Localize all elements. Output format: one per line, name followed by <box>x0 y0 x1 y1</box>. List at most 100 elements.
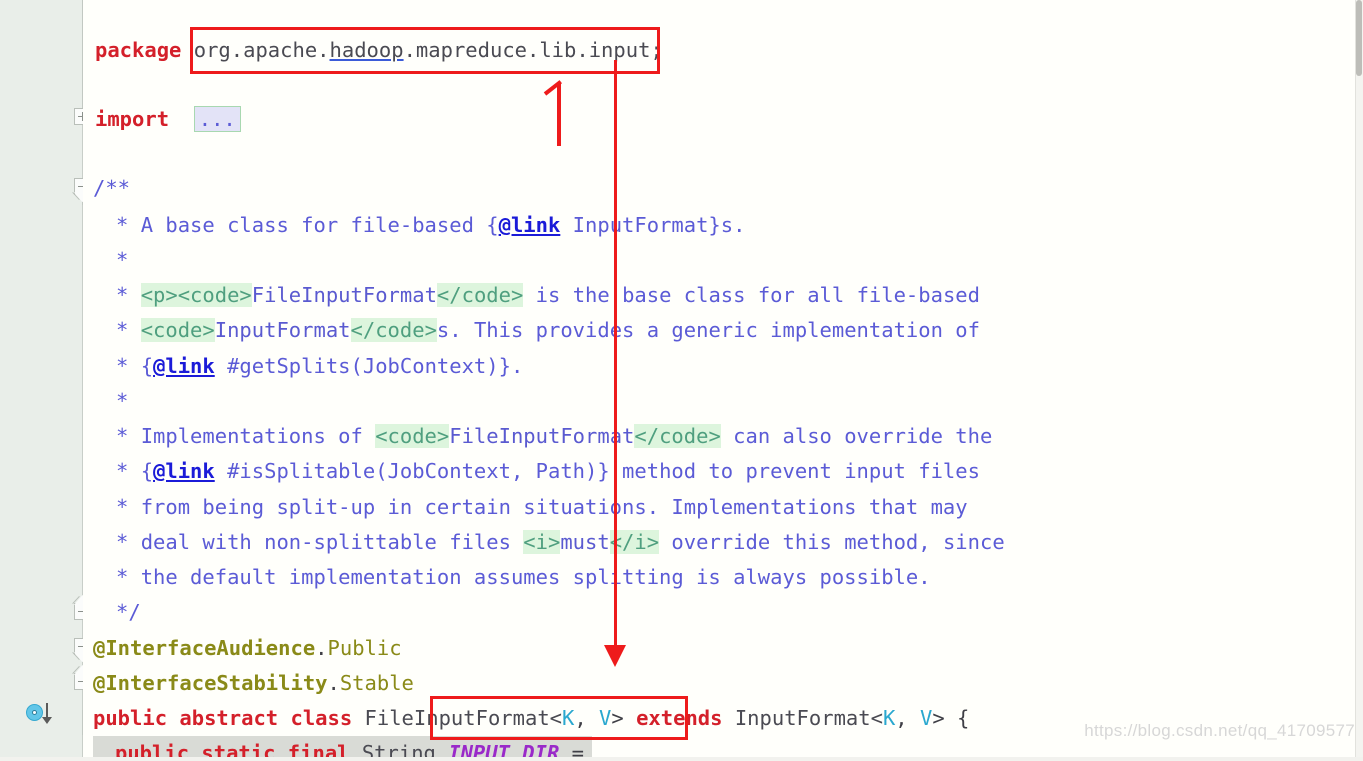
javadoc-code-text: FileInputFormat <box>251 283 437 307</box>
javadoc-star: * <box>116 213 129 237</box>
javadoc-code-text: must <box>560 530 610 554</box>
javadoc-star: * <box>116 389 129 413</box>
javadoc-text: #getSplits(JobContext)}. <box>214 354 524 378</box>
code-line-javadoc-1: * A base class for file-based {@link Inp… <box>116 208 745 243</box>
javadoc-text: { <box>140 459 154 483</box>
code-line-javadoc-11: * the default implementation assumes spl… <box>116 560 931 595</box>
javadoc-code-text: InputFormat <box>214 318 351 342</box>
code-line-javadoc-3: * <p><code>FileInputFormat</code> is the… <box>116 278 980 313</box>
javadoc-html-tag-p: <p> <box>140 283 178 307</box>
javadoc-text: InputFormat}s. <box>560 213 746 237</box>
javadoc-close-token: */ <box>116 600 141 624</box>
javadoc-star: * <box>116 530 129 554</box>
package-path-prefix: org.apache. <box>193 38 330 62</box>
javadoc-html-tag-code-close: </code> <box>436 283 524 307</box>
javadoc-star: * <box>116 495 129 519</box>
javadoc-html-tag-code-open: <code> <box>140 318 215 342</box>
javadoc-star: * <box>116 318 129 342</box>
code-line-javadoc-4: * <code>InputFormat</code>s. This provid… <box>116 313 980 348</box>
javadoc-text: can also override the <box>720 424 993 448</box>
folded-imports-placeholder[interactable]: ... <box>193 106 241 132</box>
keyword-package: package <box>95 38 182 62</box>
annotation-dot: . <box>327 671 340 695</box>
code-line-annotation-stability: @InterfaceStability.Stable <box>93 666 414 701</box>
javadoc-html-tag-i-open: <i> <box>523 530 561 554</box>
javadoc-link-tag[interactable]: @link <box>153 459 215 483</box>
javadoc-text: from being split-up in certain situation… <box>140 495 968 519</box>
javadoc-text: A base class for file-based { <box>140 213 499 237</box>
implements-method-icon[interactable] <box>26 702 52 726</box>
code-line-javadoc-6: * <box>116 384 128 419</box>
javadoc-link-tag[interactable]: @link <box>499 213 561 237</box>
keyword-import: import <box>95 107 170 131</box>
superclass-generic-k: K <box>882 706 896 730</box>
javadoc-html-tag-i-close: </i> <box>609 530 660 554</box>
class-name[interactable]: FileInputFormat< <box>365 706 562 730</box>
javadoc-text: is the base class for all file-based <box>523 283 980 307</box>
javadoc-link-tag[interactable]: @link <box>153 354 215 378</box>
annotation-dot: . <box>315 636 328 660</box>
superclass-generic-close: > { <box>932 706 970 730</box>
javadoc-text: Implementations of <box>140 424 376 448</box>
implements-disc-icon <box>26 704 43 721</box>
code-line-javadoc-2: * <box>116 243 128 278</box>
generic-param-v: V <box>599 706 612 730</box>
package-path-suffix: .mapreduce.lib.input; <box>403 38 663 62</box>
generic-close: > <box>611 706 637 730</box>
javadoc-text: #isSplitable(JobContext, Path)} method t… <box>214 459 980 483</box>
code-line-annotation-audience: @InterfaceAudience.Public <box>93 631 402 666</box>
code-line-javadoc-7: * Implementations of <code>FileInputForm… <box>116 419 992 454</box>
editor-gutter[interactable] <box>0 0 83 761</box>
javadoc-text: { <box>140 354 154 378</box>
code-line-javadoc-9: * from being split-up in certain situati… <box>116 490 968 525</box>
ide-code-editor-screenshot: package org.apache.hadoop.mapreduce.lib.… <box>0 0 1363 761</box>
javadoc-text: override this method, since <box>659 530 1005 554</box>
vertical-scrollbar-track[interactable] <box>1355 0 1363 761</box>
superclass-generic-v: V <box>919 706 933 730</box>
superclass-name[interactable]: InputFormat< <box>722 706 883 730</box>
code-line-javadoc-10: * deal with non-splittable files <i>must… <box>116 525 1005 560</box>
javadoc-text: deal with non-splittable files <box>140 530 524 554</box>
class-modifiers: public abstract class <box>93 706 353 730</box>
javadoc-text: s. This provides a generic implementatio… <box>436 318 980 342</box>
code-line-javadoc-open: /** <box>93 171 130 206</box>
watermark-text: https://blog.csdn.net/qq_41709577 <box>1084 721 1355 740</box>
code-line-javadoc-8: * {@link #isSplitable(JobContext, Path)}… <box>116 454 980 489</box>
javadoc-text: the default implementation assumes split… <box>140 565 931 589</box>
annotation-name[interactable]: @InterfaceStability <box>93 671 328 695</box>
annotation-value: Public <box>327 636 402 660</box>
generic-separator: , <box>895 706 920 730</box>
arrow-head-icon <box>42 717 52 724</box>
generic-param-k: K <box>562 706 575 730</box>
javadoc-html-tag-code-open: <code> <box>177 283 252 307</box>
javadoc-open-token: /** <box>93 176 131 200</box>
package-path-link[interactable]: hadoop <box>330 38 404 62</box>
javadoc-star: * <box>116 459 129 483</box>
javadoc-star: * <box>116 565 129 589</box>
code-line-class-declaration: public abstract class FileInputFormat<K,… <box>93 701 969 736</box>
generic-separator: , <box>574 706 600 730</box>
annotation-name[interactable]: @InterfaceAudience <box>93 636 315 660</box>
code-line-javadoc-5: * {@link #getSplits(JobContext)}. <box>116 349 523 384</box>
code-content-area[interactable]: package org.apache.hadoop.mapreduce.lib.… <box>83 0 1363 761</box>
javadoc-star: * <box>116 354 129 378</box>
code-line-javadoc-close: */ <box>116 595 141 630</box>
javadoc-star: * <box>116 283 129 307</box>
code-line-package: package org.apache.hadoop.mapreduce.lib.… <box>95 33 663 68</box>
javadoc-star: * <box>116 248 129 272</box>
vertical-scrollbar-thumb[interactable] <box>1356 0 1362 76</box>
javadoc-html-tag-code-close: </code> <box>350 318 437 342</box>
javadoc-star: * <box>116 424 129 448</box>
javadoc-code-text: FileInputFormat <box>449 424 635 448</box>
javadoc-html-tag-code-open: <code> <box>375 424 450 448</box>
